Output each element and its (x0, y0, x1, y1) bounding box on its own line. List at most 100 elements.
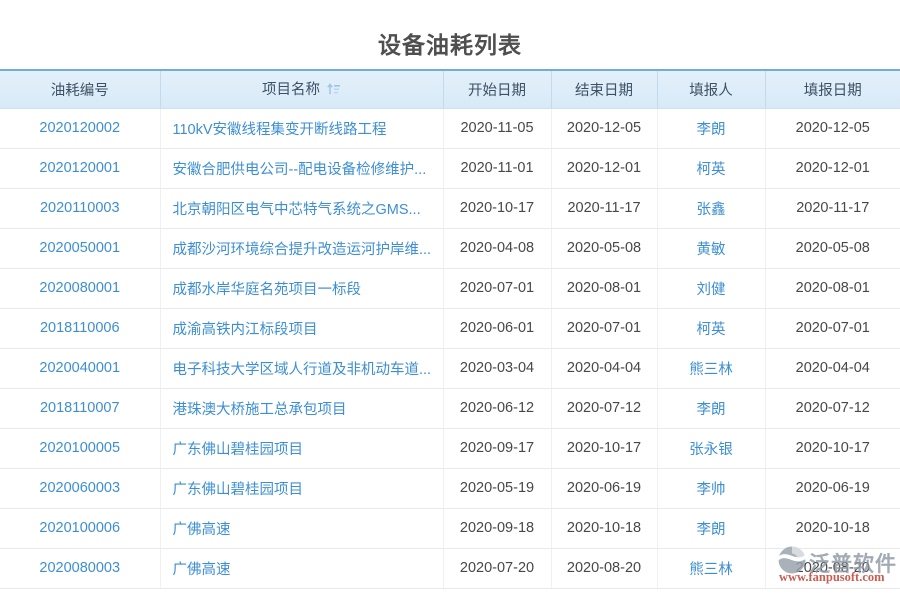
reporter-link[interactable]: 张永银 (657, 428, 765, 468)
table-body: 2020120002 110kV安徽线程集变开断线路工程 2020-11-05 … (0, 108, 900, 588)
start-date-cell: 2020-03-04 (443, 348, 551, 388)
table-row: 2020120001 安徽合肥供电公司--配电设备检修维护... 2020-11… (0, 148, 900, 188)
fuel-id-link[interactable]: 2020120002 (0, 108, 160, 148)
report-date-cell: 2020-04-04 (765, 348, 900, 388)
project-name-link[interactable]: 广东佛山碧桂园项目 (160, 468, 443, 508)
project-name-link[interactable]: 成都水岸华庭名苑项目一标段 (160, 268, 443, 308)
fuel-id-link[interactable]: 2018110006 (0, 308, 160, 348)
start-date-cell: 2020-09-17 (443, 428, 551, 468)
start-date-cell: 2020-06-12 (443, 388, 551, 428)
reporter-link[interactable]: 熊三林 (657, 548, 765, 588)
project-name-link[interactable]: 广东佛山碧桂园项目 (160, 428, 443, 468)
reporter-link[interactable]: 李朗 (657, 108, 765, 148)
col-header-start-date-label: 开始日期 (468, 79, 526, 100)
start-date-cell: 2020-11-05 (443, 108, 551, 148)
report-date-cell: 2020-06-19 (765, 468, 900, 508)
col-header-report-date-label: 填报日期 (804, 79, 862, 100)
page-title: 设备油耗列表 (0, 0, 900, 69)
fuel-id-link[interactable]: 2020100006 (0, 508, 160, 548)
project-name-link[interactable]: 电子科技大学区域人行道及非机动车道... (160, 348, 443, 388)
fuel-id-link[interactable]: 2020040001 (0, 348, 160, 388)
table-row: 2020060003 广东佛山碧桂园项目 2020-05-19 2020-06-… (0, 468, 900, 508)
report-date-cell: 2020-05-08 (765, 228, 900, 268)
col-header-fuel-id-label: 油耗编号 (51, 79, 109, 100)
end-date-cell: 2020-08-20 (551, 548, 657, 588)
fuel-id-link[interactable]: 2020080003 (0, 548, 160, 588)
report-date-cell: 2020-10-17 (765, 428, 900, 468)
col-header-start-date: 开始日期 (443, 70, 551, 108)
col-header-reporter: 填报人 (657, 70, 765, 108)
end-date-cell: 2020-05-08 (551, 228, 657, 268)
table-row: 2020040001 电子科技大学区域人行道及非机动车道... 2020-03-… (0, 348, 900, 388)
report-date-cell: 2020-11-17 (765, 188, 900, 228)
reporter-link[interactable]: 李朗 (657, 388, 765, 428)
end-date-cell: 2020-08-01 (551, 268, 657, 308)
project-name-link[interactable]: 港珠澳大桥施工总承包项目 (160, 388, 443, 428)
report-date-cell: 2020-07-12 (765, 388, 900, 428)
start-date-cell: 2020-11-01 (443, 148, 551, 188)
reporter-link[interactable]: 李帅 (657, 468, 765, 508)
end-date-cell: 2020-06-19 (551, 468, 657, 508)
reporter-link[interactable]: 李朗 (657, 508, 765, 548)
table-row: 2018110007 港珠澳大桥施工总承包项目 2020-06-12 2020-… (0, 388, 900, 428)
report-date-cell: 2020-12-05 (765, 108, 900, 148)
col-header-end-date-label: 结束日期 (575, 79, 633, 100)
project-name-link[interactable]: 成都沙河环境综合提升改造运河护岸维... (160, 228, 443, 268)
reporter-link[interactable]: 刘健 (657, 268, 765, 308)
fuel-id-link[interactable]: 2018110007 (0, 388, 160, 428)
project-name-link[interactable]: 安徽合肥供电公司--配电设备检修维护... (160, 148, 443, 188)
fuel-id-link[interactable]: 2020060003 (0, 468, 160, 508)
end-date-cell: 2020-12-05 (551, 108, 657, 148)
col-header-reporter-label: 填报人 (689, 79, 733, 100)
fuel-id-link[interactable]: 2020100005 (0, 428, 160, 468)
reporter-link[interactable]: 柯英 (657, 148, 765, 188)
table-row: 2020110003 北京朝阳区电气中芯特气系统之GMS... 2020-10-… (0, 188, 900, 228)
table-row: 2018110006 成渝高铁内江标段项目 2020-06-01 2020-07… (0, 308, 900, 348)
sort-ascending-icon[interactable] (326, 82, 341, 100)
table-row: 2020080003 广佛高速 2020-07-20 2020-08-20 熊三… (0, 548, 900, 588)
fuel-id-link[interactable]: 2020050001 (0, 228, 160, 268)
start-date-cell: 2020-04-08 (443, 228, 551, 268)
start-date-cell: 2020-07-20 (443, 548, 551, 588)
reporter-link[interactable]: 熊三林 (657, 348, 765, 388)
report-date-cell: 2020-12-01 (765, 148, 900, 188)
table-row: 2020120002 110kV安徽线程集变开断线路工程 2020-11-05 … (0, 108, 900, 148)
end-date-cell: 2020-07-12 (551, 388, 657, 428)
end-date-cell: 2020-11-17 (551, 188, 657, 228)
project-name-link[interactable]: 110kV安徽线程集变开断线路工程 (160, 108, 443, 148)
end-date-cell: 2020-10-18 (551, 508, 657, 548)
start-date-cell: 2020-07-01 (443, 268, 551, 308)
project-name-link[interactable]: 成渝高铁内江标段项目 (160, 308, 443, 348)
end-date-cell: 2020-07-01 (551, 308, 657, 348)
start-date-cell: 2020-09-18 (443, 508, 551, 548)
fuel-id-link[interactable]: 2020120001 (0, 148, 160, 188)
project-name-link[interactable]: 广佛高速 (160, 508, 443, 548)
start-date-cell: 2020-10-17 (443, 188, 551, 228)
end-date-cell: 2020-10-17 (551, 428, 657, 468)
reporter-link[interactable]: 张鑫 (657, 188, 765, 228)
col-header-report-date: 填报日期 (765, 70, 900, 108)
report-date-cell: 2020-08-01 (765, 268, 900, 308)
col-header-project-name[interactable]: 项目名称 (160, 70, 443, 108)
reporter-link[interactable]: 黄敏 (657, 228, 765, 268)
table-row: 2020050001 成都沙河环境综合提升改造运河护岸维... 2020-04-… (0, 228, 900, 268)
fuel-id-link[interactable]: 2020080001 (0, 268, 160, 308)
col-header-fuel-id: 油耗编号 (0, 70, 160, 108)
report-date-cell: 2020-10-18 (765, 508, 900, 548)
fuel-id-link[interactable]: 2020110003 (0, 188, 160, 228)
col-header-end-date: 结束日期 (551, 70, 657, 108)
report-date-cell: 2020-08-20 (765, 548, 900, 588)
table-header: 油耗编号 项目名称 开始日期 结束日期 填报人 填报日 (0, 70, 900, 108)
end-date-cell: 2020-12-01 (551, 148, 657, 188)
project-name-link[interactable]: 广佛高速 (160, 548, 443, 588)
reporter-link[interactable]: 柯英 (657, 308, 765, 348)
project-name-link[interactable]: 北京朝阳区电气中芯特气系统之GMS... (160, 188, 443, 228)
report-date-cell: 2020-07-01 (765, 308, 900, 348)
end-date-cell: 2020-04-04 (551, 348, 657, 388)
start-date-cell: 2020-06-01 (443, 308, 551, 348)
start-date-cell: 2020-05-19 (443, 468, 551, 508)
table-row: 2020100006 广佛高速 2020-09-18 2020-10-18 李朗… (0, 508, 900, 548)
table-row: 2020080001 成都水岸华庭名苑项目一标段 2020-07-01 2020… (0, 268, 900, 308)
fuel-consumption-table: 油耗编号 项目名称 开始日期 结束日期 填报人 填报日 (0, 69, 900, 589)
col-header-project-name-label: 项目名称 (262, 78, 320, 99)
